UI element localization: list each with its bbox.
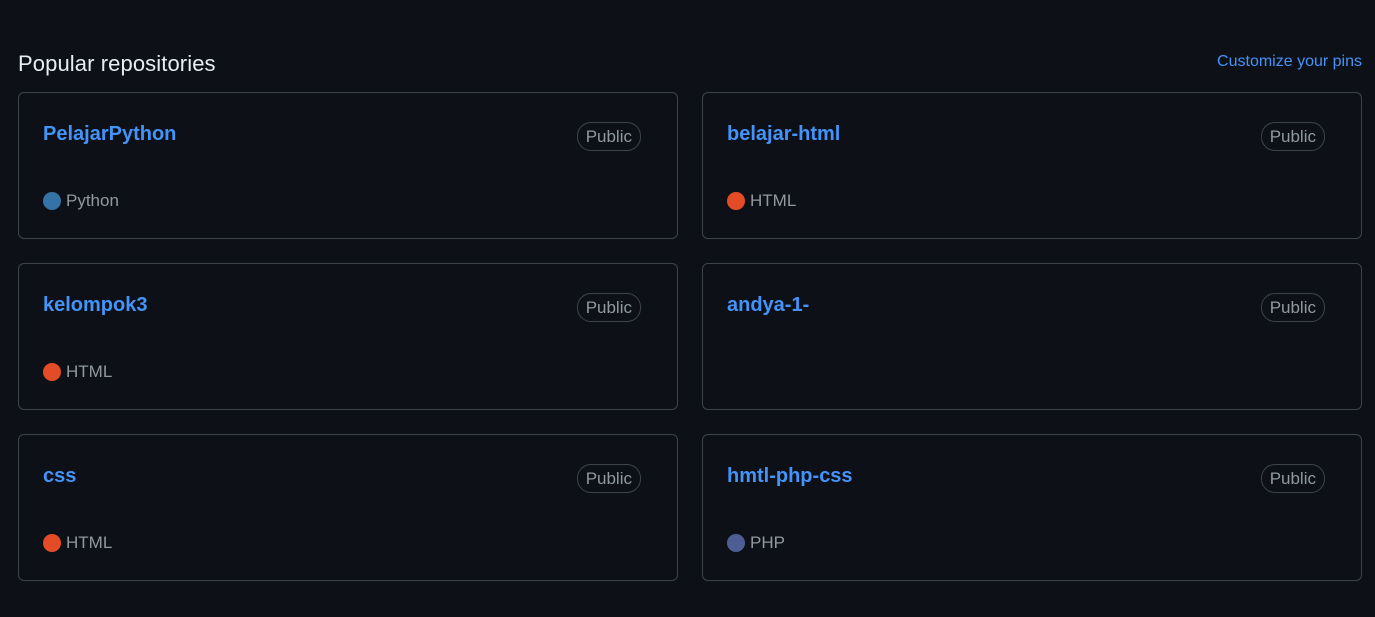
repo-language: Python bbox=[43, 191, 119, 211]
repo-card: css Public HTML bbox=[18, 434, 678, 581]
language-color-dot-icon bbox=[43, 363, 61, 381]
language-label: HTML bbox=[66, 533, 113, 552]
language-label: HTML bbox=[750, 191, 797, 210]
repo-name-link[interactable]: css bbox=[43, 465, 76, 488]
language-color-dot-icon bbox=[727, 534, 745, 552]
repo-card: andya-1- Public bbox=[702, 263, 1362, 410]
repo-card: hmtl-php-css Public PHP bbox=[702, 434, 1362, 581]
repo-name-link[interactable]: kelompok3 bbox=[43, 294, 147, 317]
visibility-badge: Public bbox=[576, 293, 641, 322]
repo-card: kelompok3 Public HTML bbox=[18, 263, 678, 410]
repo-name-link[interactable]: andya-1- bbox=[727, 294, 809, 317]
language-color-dot-icon bbox=[43, 534, 61, 552]
visibility-badge: Public bbox=[1260, 293, 1325, 322]
repo-language: HTML bbox=[43, 362, 112, 382]
repo-name-link[interactable]: belajar-html bbox=[727, 123, 840, 146]
pinned-repos-grid: PelajarPython Public Python belajar-html… bbox=[18, 92, 1362, 581]
language-color-dot-icon bbox=[43, 192, 61, 210]
section-title: Popular repositories bbox=[18, 51, 216, 76]
repo-card: PelajarPython Public Python bbox=[18, 92, 678, 239]
visibility-badge: Public bbox=[1260, 464, 1325, 493]
visibility-badge: Public bbox=[576, 464, 641, 493]
repo-language: HTML bbox=[43, 533, 112, 553]
language-color-dot-icon bbox=[727, 192, 745, 210]
language-label: Python bbox=[66, 191, 119, 210]
customize-pins-link[interactable]: Customize your pins bbox=[1217, 53, 1362, 71]
visibility-badge: Public bbox=[576, 122, 641, 151]
repo-language: PHP bbox=[727, 533, 785, 553]
language-label: HTML bbox=[66, 362, 113, 381]
visibility-badge: Public bbox=[1260, 122, 1325, 151]
popular-repositories-header: Popular repositories Customize your pins bbox=[18, 48, 1362, 80]
repo-language: HTML bbox=[727, 191, 796, 211]
language-label: PHP bbox=[750, 533, 785, 552]
repo-name-link[interactable]: hmtl-php-css bbox=[727, 465, 853, 488]
repo-card: belajar-html Public HTML bbox=[702, 92, 1362, 239]
repo-name-link[interactable]: PelajarPython bbox=[43, 123, 176, 146]
